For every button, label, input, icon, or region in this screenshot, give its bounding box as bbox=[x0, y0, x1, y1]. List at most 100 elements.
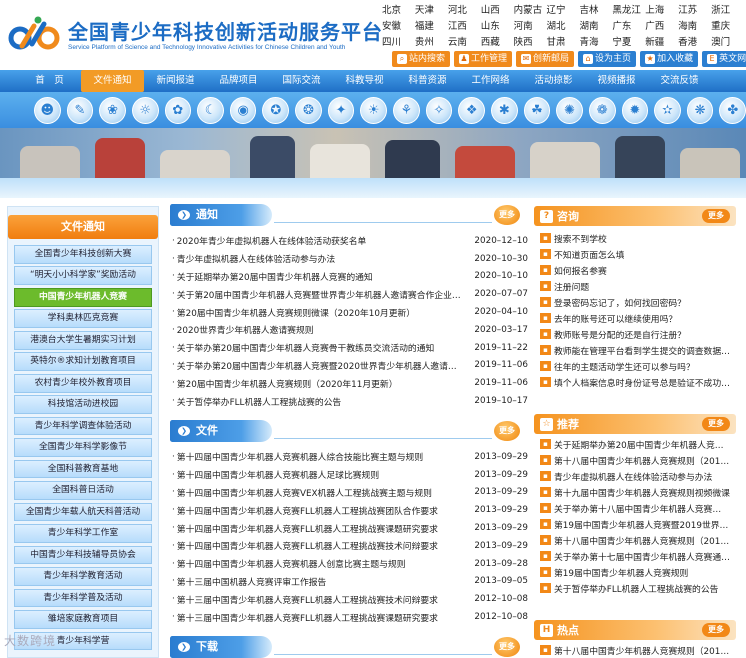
sidebar-item[interactable]: 青少年科学普及活动 bbox=[14, 588, 152, 608]
list-item[interactable]: · 第十三届中国机器人竞赛评审工作报告 2013–09–05 bbox=[172, 573, 528, 591]
list-item[interactable]: ▪ 注册问题 bbox=[540, 278, 736, 294]
nav-item[interactable]: 国际交流 bbox=[270, 70, 333, 92]
list-item[interactable]: · 青少年虚拟机器人在线体验活动参与办法 2020–10–30 bbox=[172, 250, 528, 268]
list-item[interactable]: · 第十四届中国青少年机器人竞赛机器人创意比赛主题与规则 2013–09–28 bbox=[172, 555, 528, 573]
blossom-icon[interactable]: ✿ bbox=[164, 96, 192, 124]
list-item-title[interactable]: 教师能在管理平台看到学生提交的调查数据… bbox=[554, 344, 730, 357]
light-icon[interactable]: ✧ bbox=[425, 96, 453, 124]
nav-item[interactable]: 科普资源 bbox=[396, 70, 459, 92]
region-link[interactable]: 甘肃 bbox=[547, 36, 580, 50]
sidebar-item[interactable]: 学科奥林匹克竞赛 bbox=[14, 309, 152, 329]
list-item[interactable]: · 第20届中国青少年机器人竞赛规则微课（2020年10月更新） 2020–04–1… bbox=[172, 303, 528, 321]
region-link[interactable]: 湖南 bbox=[579, 20, 612, 34]
cross-icon[interactable]: ✤ bbox=[719, 96, 746, 124]
region-link[interactable]: 山东 bbox=[481, 20, 514, 34]
list-item[interactable]: ▪ 关于延期举办第20届中国青少年机器人竞… bbox=[540, 436, 736, 452]
list-item[interactable]: · 关于暂停举办FLL机器人工程挑战赛的公告 2019–10–17 bbox=[172, 392, 528, 410]
notices-tab[interactable]: ❯ 通知 bbox=[170, 204, 272, 226]
region-link[interactable]: 香港 bbox=[678, 36, 711, 50]
region-link[interactable]: 内蒙古 bbox=[514, 4, 547, 18]
list-item-title[interactable]: 搜索不到学校 bbox=[554, 232, 607, 245]
toplink-button[interactable]: ✉ 创新邮局 bbox=[516, 51, 575, 67]
list-item-title[interactable]: 注册问题 bbox=[554, 280, 589, 293]
site-logo[interactable] bbox=[8, 14, 64, 54]
list-item-title[interactable]: 第十四届中国青少年机器人竞赛FLL机器人工程挑战赛课题研究要求 bbox=[177, 522, 470, 535]
burst-icon[interactable]: ✺ bbox=[556, 96, 583, 124]
list-item[interactable]: ▪ 关于举办第十七届中国青少年机器人竞赛通知… bbox=[540, 548, 736, 564]
hot-more-button[interactable]: 更多 bbox=[702, 623, 730, 637]
list-item-title[interactable]: 第20届中国青少年机器人竞赛规则（2020年11月更新） bbox=[177, 377, 470, 390]
sidebar-item[interactable]: 青少年科学工作室 bbox=[14, 524, 152, 543]
sidebar-item[interactable]: 港澳台大学生暑期实习计划 bbox=[14, 330, 152, 350]
star-burst-icon[interactable]: ✹ bbox=[621, 96, 649, 124]
list-item[interactable]: · 第十四届中国青少年机器人竞赛FLL机器人工程挑战赛团队合作要求 2013–09–… bbox=[172, 501, 528, 519]
list-item[interactable]: ▪ 搜索不到学校 bbox=[540, 230, 736, 246]
downloads-more-button[interactable]: 更多 bbox=[494, 637, 520, 657]
list-item-title[interactable]: 第19届中国青少年机器人竞赛暨2019世界… bbox=[554, 518, 728, 531]
toplink-button[interactable]: ⌕ 站内搜索 bbox=[392, 51, 451, 67]
clover-icon[interactable]: ☘ bbox=[523, 96, 551, 124]
region-link[interactable]: 广东 bbox=[612, 20, 645, 34]
pencil-icon[interactable]: ✎ bbox=[66, 96, 94, 124]
list-item[interactable]: ▪ 青少年虚拟机器人在线体验活动参与办法 bbox=[540, 468, 736, 484]
list-item-title[interactable]: 2020世界青少年机器人邀请赛规则 bbox=[177, 323, 470, 336]
files-more-button[interactable]: 更多 bbox=[494, 421, 520, 441]
asterisk-icon[interactable]: ✱ bbox=[490, 96, 518, 124]
list-item[interactable]: ▪ 第十九届中国青少年机器人竞赛规则视频微课 bbox=[540, 484, 736, 500]
list-item-title[interactable]: 青少年虚拟机器人在线体验活动参与办法 bbox=[554, 470, 712, 483]
nav-item[interactable]: 新闻报道 bbox=[144, 70, 207, 92]
flower-icon[interactable]: ❀ bbox=[99, 96, 126, 124]
region-link[interactable]: 河北 bbox=[448, 4, 481, 18]
circled-star-icon[interactable]: ✫ bbox=[654, 96, 681, 124]
list-item[interactable]: · 第十四届中国青少年机器人竞赛FLL机器人工程挑战赛技术问辩要求 2013–09–… bbox=[172, 537, 528, 555]
sidebar-item[interactable]: 青少年科学教育活动 bbox=[14, 567, 152, 586]
list-item[interactable]: ▪ 填个人档案信息时身份证号总是验证不成功… bbox=[540, 374, 736, 390]
region-link[interactable]: 广西 bbox=[645, 20, 678, 34]
list-item[interactable]: ▪ 关于暂停举办FLL机器人工程挑战赛的公告 bbox=[540, 580, 736, 596]
downloads-tab[interactable]: ❯ 下载 bbox=[170, 636, 272, 658]
nav-item[interactable]: 首 页 bbox=[18, 70, 81, 92]
list-item[interactable]: · 第十三届中国青少年机器人竞赛FLL机器人工程挑战赛技术问辩要求 2012–10–… bbox=[172, 590, 528, 608]
bloom-icon[interactable]: ❁ bbox=[588, 96, 616, 124]
list-item[interactable]: ▪ 第十八届中国青少年机器人竞赛规则（201… bbox=[540, 642, 736, 658]
notices-more-button[interactable]: 更多 bbox=[494, 205, 520, 225]
list-item[interactable]: ▪ 去年的账号还可以继续使用吗？ bbox=[540, 310, 736, 326]
list-item[interactable]: · 第十四届中国青少年机器人竞赛机器人足球比赛规则 2013–09–29 bbox=[172, 466, 528, 484]
region-link[interactable]: 辽宁 bbox=[547, 4, 580, 18]
sidebar-item[interactable]: 雏培家庭教育项目 bbox=[14, 610, 152, 629]
list-item[interactable]: · 2020世界青少年机器人邀请赛规则 2020–03–17 bbox=[172, 321, 528, 339]
list-item[interactable]: · 关于延期举办第20届中国青少年机器人竞赛的通知 2020–10–10 bbox=[172, 268, 528, 286]
region-link[interactable]: 重庆 bbox=[711, 20, 744, 34]
list-item-title[interactable]: 青少年虚拟机器人在线体验活动参与办法 bbox=[177, 252, 470, 265]
list-item-title[interactable]: 第20届中国青少年机器人竞赛规则微课（2020年10月更新） bbox=[177, 306, 470, 319]
star-icon[interactable]: ✪ bbox=[262, 96, 290, 124]
sidebar-item[interactable]: 全国科普日活动 bbox=[14, 481, 152, 500]
list-item-title[interactable]: 第十八届中国青少年机器人竞赛规则（201… bbox=[554, 644, 729, 657]
list-item[interactable]: · 第20届中国青少年机器人竞赛规则（2020年11月更新） 2019–11–06 bbox=[172, 374, 528, 392]
list-item[interactable]: ▪ 往年的主题活动学生还可以参与吗？ bbox=[540, 358, 736, 374]
toplink-button[interactable]: ♟ 工作管理 bbox=[454, 51, 513, 67]
list-item-title[interactable]: 第十四届中国青少年机器人竞赛VEX机器人工程挑战赛主题与规则 bbox=[177, 486, 470, 499]
sidebar-item[interactable]: 农村青少年校外教育项目 bbox=[14, 373, 152, 393]
sidebar-item[interactable]: 全国科普教育基地 bbox=[14, 459, 152, 479]
region-link[interactable]: 天津 bbox=[415, 4, 448, 18]
region-link[interactable]: 山西 bbox=[481, 4, 514, 18]
sun-icon[interactable]: ☼ bbox=[131, 96, 159, 124]
list-item[interactable]: · 关于举办第20届中国青少年机器人竞赛暨2020世界青少年机器人邀请赛… 2019… bbox=[172, 357, 528, 375]
list-item-title[interactable]: 第十四届中国青少年机器人竞赛机器人足球比赛规则 bbox=[177, 468, 470, 481]
region-link[interactable]: 贵州 bbox=[415, 36, 448, 50]
snowflake-icon[interactable]: ❋ bbox=[686, 96, 714, 124]
region-link[interactable]: 安徽 bbox=[382, 20, 415, 34]
region-link[interactable]: 四川 bbox=[382, 36, 415, 50]
list-item[interactable]: · 第十四届中国青少年机器人竞赛VEX机器人工程挑战赛主题与规则 2013–09–2… bbox=[172, 484, 528, 502]
region-link[interactable]: 新疆 bbox=[645, 36, 678, 50]
sidebar-item[interactable]: 中国青少年机器人竞赛 bbox=[14, 287, 152, 307]
list-item[interactable]: ▪ 如何报名参赛 bbox=[540, 262, 736, 278]
list-item-title[interactable]: 第十九届中国青少年机器人竞赛规则视频微课 bbox=[554, 486, 730, 499]
list-item[interactable]: · 2020年青少年虚拟机器人在线体验活动获奖名单 2020–12–10 bbox=[172, 232, 528, 250]
nav-item[interactable]: 文件通知 bbox=[81, 70, 144, 92]
toplink-button[interactable]: E英文网站 bbox=[702, 51, 746, 67]
region-link[interactable]: 上海 bbox=[645, 4, 678, 18]
sidebar-item[interactable]: “明天小小科学家”奖励活动 bbox=[14, 266, 152, 286]
list-item-title[interactable]: 去年的账号还可以继续使用吗？ bbox=[554, 312, 677, 325]
